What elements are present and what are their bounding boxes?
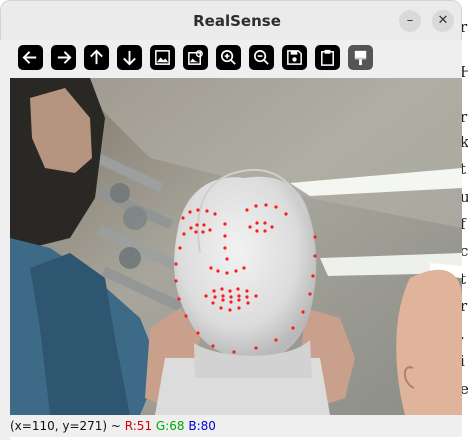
image-search-icon [188,50,203,65]
arrow-down-icon [123,50,136,66]
properties-button[interactable] [348,45,373,70]
pixel-red-value: R:51 [124,419,153,433]
pixel-blue-value: B:80 [188,419,216,433]
zoom-out-button[interactable] [249,45,274,70]
title-bar[interactable]: RealSense – ✕ [0,0,462,40]
window-title: RealSense [193,12,281,30]
close-button[interactable]: ✕ [432,10,454,32]
camera-frame [10,78,462,415]
copy-clipboard-button[interactable] [315,45,340,70]
pan-up-button[interactable] [84,45,109,70]
cursor-coordinates: (x=110, y=271) ~ [10,419,125,433]
arrow-right-icon [57,51,72,64]
second-head [396,269,462,415]
zoom-image-button[interactable] [150,45,175,70]
pan-left-button[interactable] [18,45,43,70]
status-bar: (x=110, y=271) ~ R:51 G:68 B:80 [10,415,462,437]
zoom-out-icon [253,49,269,65]
camera-image[interactable] [10,78,462,415]
arrow-left-icon [22,51,37,64]
window-frame-left [0,40,10,440]
save-icon [287,50,302,65]
image-icon [155,50,170,65]
pan-right-button[interactable] [51,45,76,70]
pixel-green-value: G:68 [155,419,185,433]
toolbar [10,40,462,78]
zoom-in-button[interactable] [216,45,241,70]
close-icon: ✕ [437,13,449,28]
clipboard-icon [321,49,334,66]
realsense-window: RealSense – ✕ (x=110, y=271) ~ R:51 G:68… [0,0,468,440]
arrow-up-icon [90,49,103,65]
paint-brush-icon [354,50,367,66]
pan-down-button[interactable] [117,45,142,70]
minimize-button[interactable]: – [399,10,421,32]
save-button[interactable] [282,45,307,70]
zoom-in-icon [220,49,236,65]
zoom-fit-button[interactable] [183,45,208,70]
minimize-icon: – [406,13,414,28]
